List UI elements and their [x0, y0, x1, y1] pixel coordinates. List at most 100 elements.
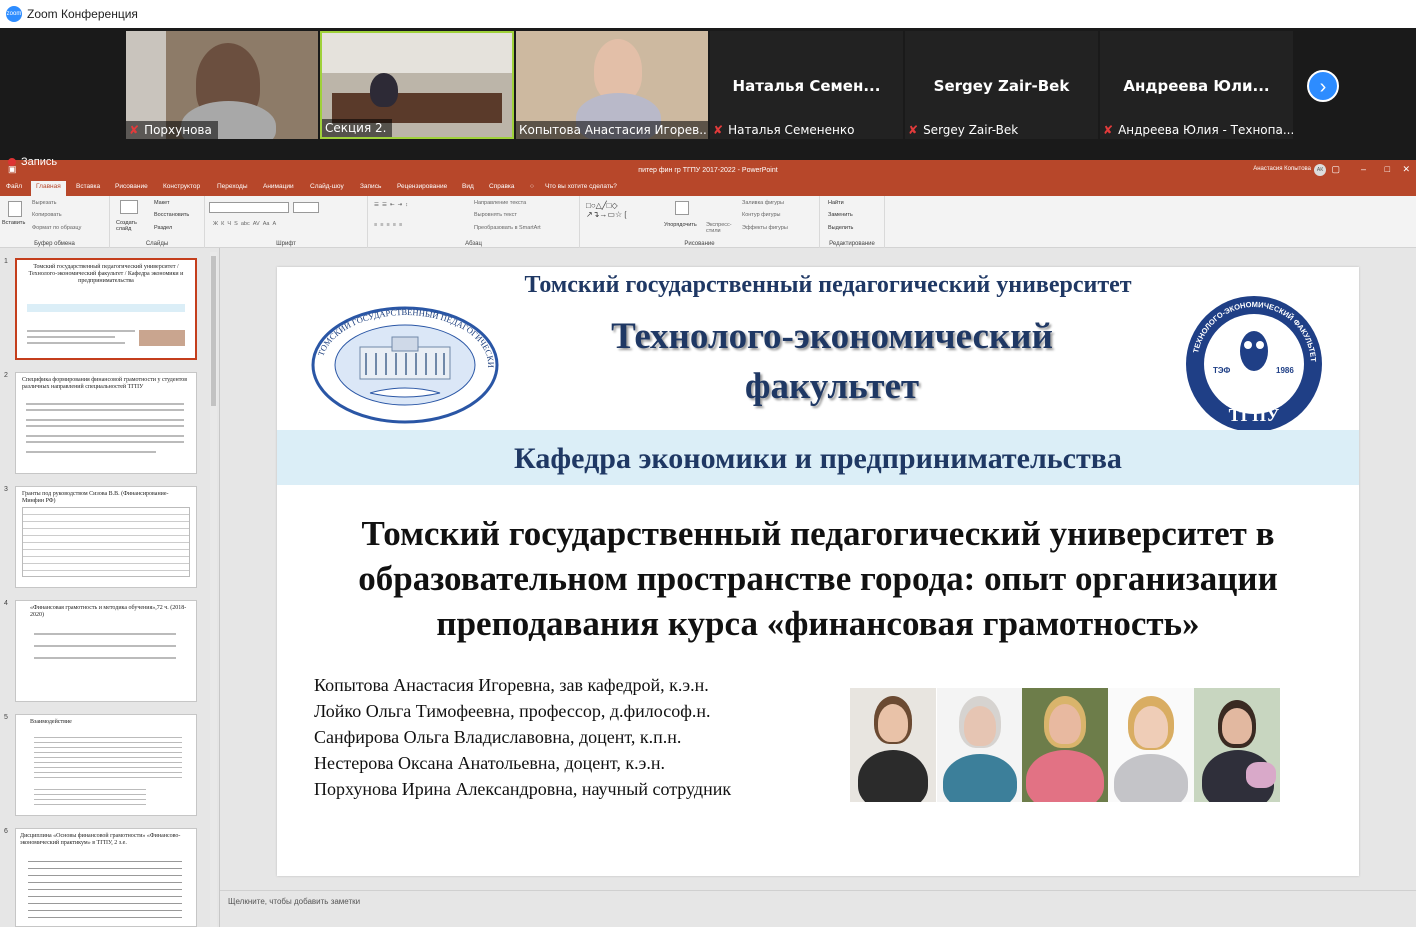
tab-record[interactable]: Запись [360, 183, 381, 190]
faculty-emblem: ТЕХНОЛОГО-ЭКОНОМИЧЕСКИЙ ФАКУЛЬТЕТ ТЭФ 19… [1186, 296, 1322, 432]
ribbon-group-editing: Найти Заменить Выделить Редактирование [820, 196, 885, 248]
new-slide-button[interactable]: Создать слайд [116, 220, 146, 232]
participant-tile[interactable]: Наталья Семен... ✘ Наталья Семененко [710, 31, 903, 139]
new-slide-icon [120, 200, 138, 214]
notes-pane[interactable]: Щелкните, чтобы добавить заметки [220, 890, 1416, 927]
font-format-buttons[interactable]: Ж К Ч S abc AV Aa A [213, 221, 276, 227]
participant-tile[interactable]: Sergey Zair-Bek ✘ Sergey Zair-Bek [905, 31, 1098, 139]
group-label: Редактирование [829, 241, 875, 247]
font-name-dropdown[interactable] [209, 202, 289, 213]
university-emblem: ТОМСКИЙ ГОСУДАРСТВЕННЫЙ ПЕДАГОГИЧЕСКИЙ У… [310, 305, 499, 424]
ribbon-display-icon[interactable]: ▢ [1331, 164, 1340, 175]
window-title: Zoom Конференция [27, 7, 138, 21]
participant-name-bar: ✘ Порхунова [126, 121, 218, 139]
tab-review[interactable]: Рецензирование [397, 183, 447, 190]
author-photo [850, 688, 936, 802]
format-painter-button[interactable]: Формат по образцу [32, 225, 81, 231]
tab-help[interactable]: Справка [489, 183, 515, 190]
participant-display-name: Sergey Zair-Bek [933, 77, 1070, 95]
slide-thumbnail[interactable]: Дисциплина «Основы финансовой грамотност… [15, 828, 197, 927]
tab-transitions[interactable]: Переходы [217, 183, 248, 190]
slide-faculty-line2: факультет [744, 366, 920, 407]
cut-button[interactable]: Вырезать [32, 200, 56, 206]
copy-button[interactable]: Копировать [32, 212, 62, 218]
tab-slideshow[interactable]: Слайд-шоу [310, 183, 344, 190]
quick-styles-button[interactable]: Экспресс-стили [706, 222, 736, 234]
participant-name-bar: ✘ Андреева Юлия - Технопа... [1103, 123, 1293, 137]
ppt-titlebar: ▣ питер фин гр ТГПУ 2017-2022 - PowerPoi… [0, 160, 1416, 180]
thumb-title: Томский государственный педагогический у… [28, 264, 184, 284]
group-label: Рисование [684, 241, 715, 247]
avatar[interactable]: АК [1314, 164, 1326, 176]
paste-button[interactable]: Вставить [2, 220, 25, 226]
scrollbar-thumb[interactable] [211, 256, 216, 406]
user-name[interactable]: Анастасия Копытова [1253, 166, 1311, 172]
slide-canvas[interactable]: Томский государственный педагогический у… [277, 267, 1359, 876]
emblem-year: 1986 [1276, 366, 1294, 375]
author-photo [937, 688, 1023, 802]
tab-design[interactable]: Конструктор [163, 183, 200, 190]
shapes-gallery[interactable]: □○△╱□◇ ↗↴→▭☆❲ [586, 201, 629, 219]
mic-muted-icon: ✘ [1103, 123, 1114, 137]
thumb-number: 5 [4, 714, 8, 721]
font-size-dropdown[interactable] [293, 202, 319, 213]
arrange-button[interactable]: Упорядочить [664, 222, 697, 228]
notes-placeholder: Щелкните, чтобы добавить заметки [228, 897, 361, 906]
tab-file[interactable]: Файл [6, 183, 22, 190]
maximize-icon[interactable]: □ [1385, 164, 1390, 174]
minimize-icon[interactable]: – [1361, 164, 1366, 174]
thumb-number: 4 [4, 600, 8, 607]
ribbon-group-slides: Создать слайд Макет Восстановить Раздел … [110, 196, 205, 248]
tab-animations[interactable]: Анимации [263, 183, 294, 190]
section-button[interactable]: Раздел [154, 225, 172, 231]
align-buttons[interactable]: ≡ ≡ ≡ ≡ ≡ [374, 222, 402, 228]
select-button[interactable]: Выделить [828, 225, 853, 231]
slide-thumbnail[interactable]: Специфика формирования финансовой грамот… [15, 372, 197, 474]
emblem-univ: ТГПУ [1229, 405, 1280, 425]
participant-tile[interactable]: Андреева Юли... ✘ Андреева Юлия - Техноп… [1100, 31, 1293, 139]
document-title: питер фин гр ТГПУ 2017-2022 - PowerPoint [638, 166, 778, 174]
chevron-right-icon[interactable]: › [1307, 70, 1339, 102]
participant-display-name: Наталья Семен... [732, 77, 881, 95]
participant-tile[interactable]: Копытова Анастасия Игорев... [516, 31, 708, 139]
slide-university: Томский государственный педагогический у… [524, 272, 1132, 298]
participant-tile[interactable]: ✘ Порхунова [126, 31, 318, 139]
author-line: Порхунова Ирина Александровна, научный с… [314, 779, 732, 799]
tell-me-search[interactable]: Что вы хотите сделать? [545, 183, 617, 190]
close-icon[interactable]: ✕ [1402, 164, 1410, 175]
shape-fill-button[interactable]: Заливка фигуры [742, 200, 784, 206]
text-direction-button[interactable]: Направление текста [474, 200, 526, 206]
find-button[interactable]: Найти [828, 200, 844, 206]
slide-thumbnail[interactable]: Гранты под руководством Сизова В.В. (Фин… [15, 486, 197, 588]
layout-button[interactable]: Макет [154, 200, 170, 206]
video-strip: ✘ Порхунова Секция 2. Копытова Анастасия… [0, 28, 1416, 158]
shape-outline-button[interactable]: Контур фигуры [742, 212, 780, 218]
arrange-icon [675, 201, 689, 215]
tab-view[interactable]: Вид [462, 183, 474, 190]
participant-tile[interactable]: Секция 2. [320, 31, 514, 139]
slide-thumbnail[interactable]: Томский государственный педагогический у… [15, 258, 197, 360]
thumb-title: Взаимодействие [30, 719, 72, 725]
tab-draw[interactable]: Рисование [115, 183, 148, 190]
slide-thumbnail[interactable]: Взаимодействие [15, 714, 197, 816]
slide-faculty-line1: Технолого-экономический [611, 316, 1053, 357]
author-line: Копытова Анастасия Игоревна, зав кафедро… [314, 675, 709, 695]
slide-thumbnail[interactable]: «Финансовая грамотность и методика обуче… [15, 600, 197, 702]
reset-button[interactable]: Восстановить [154, 212, 189, 218]
align-text-button[interactable]: Выровнять текст [474, 212, 517, 218]
mic-muted-icon: ✘ [713, 123, 724, 137]
thumb-title: Специфика формирования финансовой грамот… [22, 377, 188, 390]
smartart-button[interactable]: Преобразовать в SmartArt [474, 225, 541, 231]
zoom-logo-icon: zoom [6, 6, 22, 22]
zoom-titlebar: zoom Zoom Конференция [0, 0, 1416, 28]
tab-home[interactable]: Главная [31, 181, 66, 196]
thumb-number: 3 [4, 486, 8, 493]
tab-insert[interactable]: Вставка [76, 183, 100, 190]
replace-button[interactable]: Заменить [828, 212, 853, 218]
shape-effects-button[interactable]: Эффекты фигуры [742, 225, 788, 231]
ribbon-group-font: Ж К Ч S abc AV Aa A Шрифт [205, 196, 368, 248]
paste-icon [8, 201, 22, 217]
emblem-abbr: ТЭФ [1213, 366, 1230, 375]
mic-muted-icon: ✘ [129, 123, 140, 137]
list-buttons[interactable]: ☰ ☰ ⇤ ⇥ ↕ [374, 202, 408, 208]
